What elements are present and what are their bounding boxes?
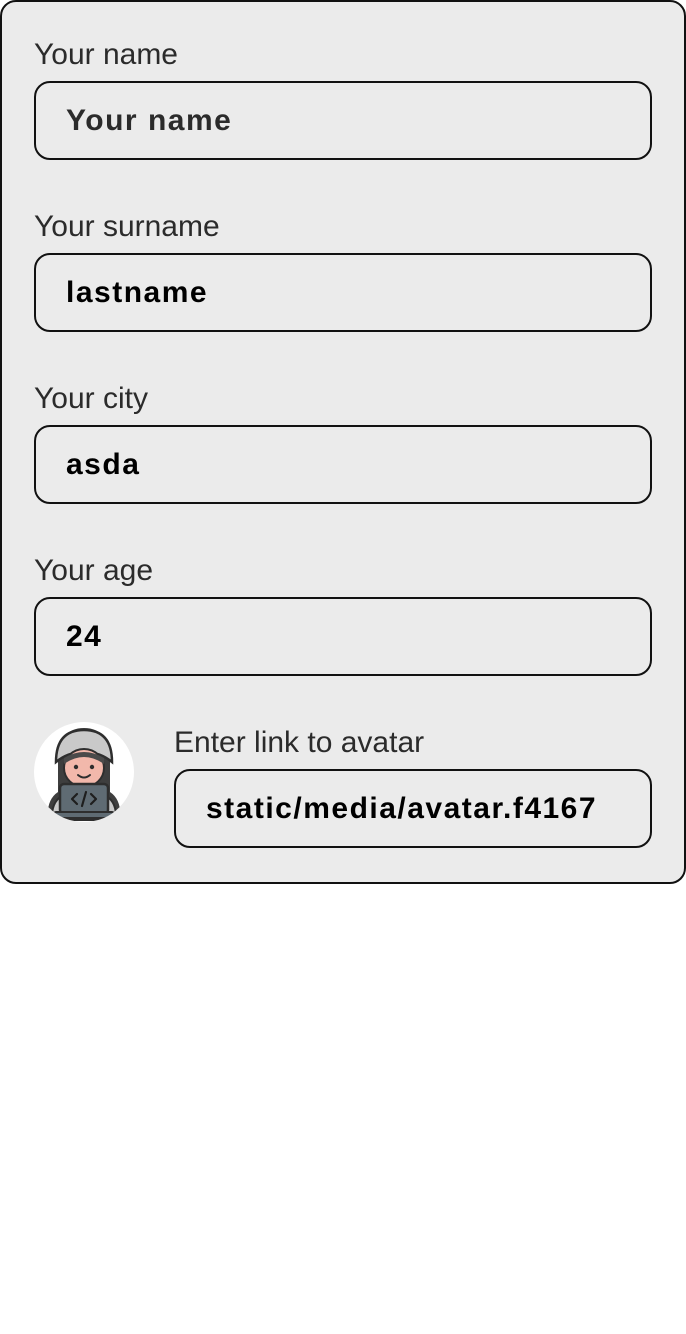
name-label: Your name (34, 38, 178, 71)
avatar-link-label: Enter link to avatar (174, 726, 425, 759)
surname-label: Your surname (34, 210, 220, 243)
avatar-link-input[interactable] (174, 769, 652, 848)
city-input[interactable] (34, 425, 652, 504)
surname-input[interactable] (34, 253, 652, 332)
profile-form-card: Your name Your surname Your city Your ag… (0, 0, 686, 884)
hooded-coder-avatar-icon (47, 728, 121, 821)
name-input[interactable] (34, 81, 652, 160)
age-label: Your age (34, 554, 154, 587)
city-label: Your city (34, 382, 148, 415)
age-input[interactable] (34, 597, 652, 676)
avatar-image (34, 722, 134, 822)
